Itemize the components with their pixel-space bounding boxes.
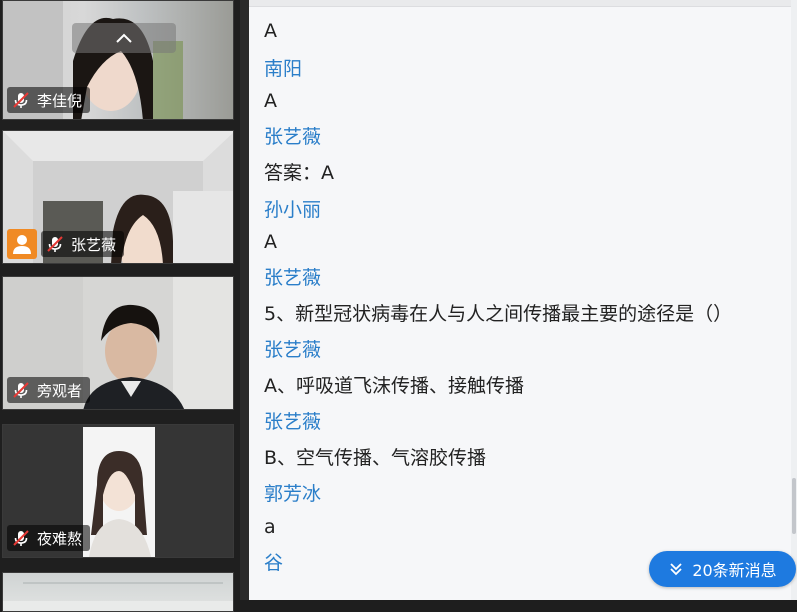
chat-panel: A 南阳 A 张艺薇 答案：A 孙小丽 A 张艺薇 5、新型冠状病毒在人与人之间… bbox=[249, 0, 797, 600]
video-tile-pangguanzhe[interactable]: 旁观者 bbox=[2, 276, 234, 410]
video-tile-yenanao[interactable]: 夜难熬 bbox=[2, 424, 234, 558]
scroll-thumb[interactable] bbox=[792, 478, 796, 534]
chat-top-border bbox=[249, 0, 797, 7]
chat-message: 5、新型冠状病毒在人与人之间传播最主要的途径是（） bbox=[264, 303, 733, 325]
chat-message: 答案：A bbox=[264, 162, 334, 184]
chat-sender[interactable]: 孙小丽 bbox=[264, 195, 321, 222]
new-messages-label: 20条新消息 bbox=[692, 561, 777, 580]
mic-off-icon bbox=[13, 382, 29, 398]
person-icon bbox=[13, 235, 31, 254]
double-chevron-down-icon bbox=[670, 563, 682, 576]
participant-name: 张艺薇 bbox=[71, 235, 117, 254]
chat-scrollbar[interactable] bbox=[791, 0, 797, 600]
chat-message: A bbox=[264, 90, 277, 112]
chat-message: a bbox=[264, 516, 276, 538]
chat-sender[interactable]: 南阳 bbox=[264, 54, 302, 81]
chat-sender[interactable]: 张艺薇 bbox=[264, 407, 321, 434]
participant-name: 夜难熬 bbox=[37, 529, 83, 548]
participant-name: 旁观者 bbox=[37, 381, 83, 400]
host-badge bbox=[7, 229, 37, 259]
chat-sender[interactable]: 郭芳冰 bbox=[264, 479, 321, 506]
collapse-button[interactable] bbox=[72, 23, 176, 53]
participant-name-tag: 旁观者 bbox=[7, 377, 91, 403]
chevron-up-icon bbox=[116, 33, 132, 43]
chat-message: A、呼吸道飞沫传播、接触传播 bbox=[264, 375, 524, 397]
chat-message: B、空气传播、气溶胶传播 bbox=[264, 447, 487, 469]
mic-off-icon bbox=[13, 530, 29, 546]
chat-sender[interactable]: 张艺薇 bbox=[264, 263, 321, 290]
participant-name-tag: 张艺薇 bbox=[41, 231, 125, 257]
panel-divider[interactable] bbox=[240, 0, 249, 600]
video-tile-partial[interactable] bbox=[2, 572, 234, 612]
mic-off-icon bbox=[13, 92, 29, 108]
chat-sender[interactable]: 张艺薇 bbox=[264, 335, 321, 362]
chat-sender[interactable]: 张艺薇 bbox=[264, 122, 321, 149]
new-messages-button[interactable]: 20条新消息 bbox=[649, 551, 796, 587]
video-feed bbox=[3, 573, 233, 611]
video-tile-zhangyiwei[interactable]: 张艺薇 bbox=[2, 130, 234, 264]
participant-name-tag: 李佳倪 bbox=[7, 87, 91, 113]
video-frame-art bbox=[3, 582, 233, 611]
chat-sender[interactable]: 谷 bbox=[264, 548, 283, 575]
participant-video-list: 李佳倪 张艺薇 旁观者 夜难熬 bbox=[0, 0, 240, 612]
chat-message: A bbox=[264, 231, 277, 253]
participant-name: 李佳倪 bbox=[37, 91, 83, 110]
participant-name-tag: 夜难熬 bbox=[7, 525, 91, 551]
mic-off-icon bbox=[47, 236, 63, 252]
chat-message: A bbox=[264, 20, 277, 42]
video-tile-lijiani[interactable]: 李佳倪 bbox=[2, 0, 234, 120]
